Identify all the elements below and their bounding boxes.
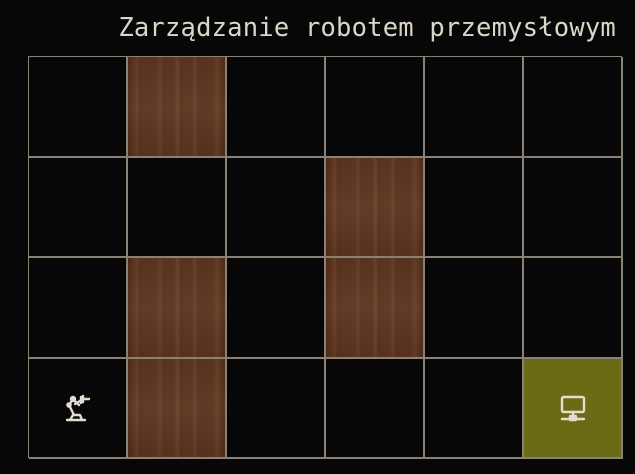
page-title: Zarządzanie robotem przemysłowym: [118, 13, 616, 43]
empty-tile-r0-c3[interactable]: [326, 57, 425, 158]
empty-tile-r1-c5[interactable]: [524, 157, 623, 258]
empty-tile-r2-c4[interactable]: [425, 258, 524, 359]
robot-arm-icon: [61, 391, 95, 425]
crate-tile-r2-c3[interactable]: [326, 258, 425, 359]
goal-tile-r3-c5[interactable]: [524, 358, 623, 459]
empty-tile-r1-c1[interactable]: [128, 157, 227, 258]
crate-tile-r3-c1[interactable]: [128, 358, 227, 459]
crate-tile-r1-c3[interactable]: [326, 157, 425, 258]
empty-tile-r1-c2[interactable]: [227, 157, 326, 258]
robot-tile-r3-c0[interactable]: [29, 358, 128, 459]
empty-tile-r0-c4[interactable]: [425, 57, 524, 158]
crate-tile-r0-c1[interactable]: [128, 57, 227, 158]
crate-tile-r2-c1[interactable]: [128, 258, 227, 359]
computer-terminal-icon: [556, 391, 590, 425]
empty-tile-r0-c2[interactable]: [227, 57, 326, 158]
empty-tile-r3-c2[interactable]: [227, 358, 326, 459]
empty-tile-r3-c4[interactable]: [425, 358, 524, 459]
empty-tile-r2-c0[interactable]: [29, 258, 128, 359]
empty-tile-r2-c5[interactable]: [524, 258, 623, 359]
empty-tile-r1-c0[interactable]: [29, 157, 128, 258]
game-board: [28, 56, 623, 459]
empty-tile-r1-c4[interactable]: [425, 157, 524, 258]
empty-tile-r0-c0[interactable]: [29, 57, 128, 158]
empty-tile-r0-c5[interactable]: [524, 57, 623, 158]
empty-tile-r3-c3[interactable]: [326, 358, 425, 459]
empty-tile-r2-c2[interactable]: [227, 258, 326, 359]
